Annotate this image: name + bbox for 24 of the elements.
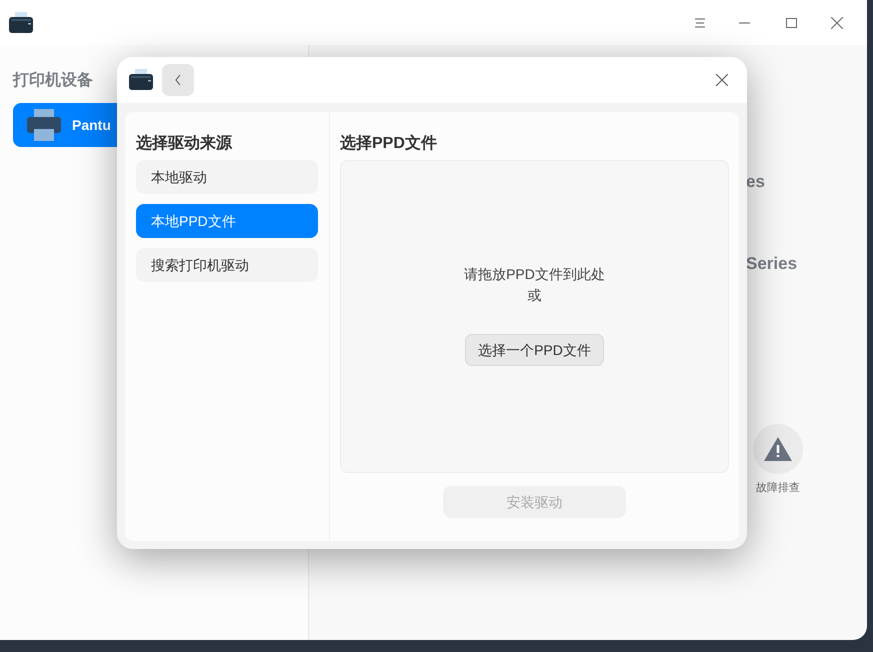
section-title: 选择驱动来源	[136, 134, 234, 154]
source-option[interactable]: 本地驱动	[136, 160, 318, 194]
warning-icon	[764, 437, 792, 461]
troubleshoot-label: 故障排查	[756, 480, 800, 496]
drop-area[interactable]: 请拖放PPD文件到此处 或 选择一个PPD文件	[340, 160, 729, 473]
back-icon	[175, 75, 181, 85]
choose-file-button[interactable]: 选择一个PPD文件	[465, 334, 604, 366]
source-option[interactable]: 本地PPD文件	[136, 204, 318, 238]
printer-icon	[26, 107, 62, 143]
drop-hint: 请拖放PPD文件到此处	[464, 265, 605, 284]
back-button[interactable]	[162, 64, 194, 96]
printer-model-text: Series	[746, 252, 798, 274]
sidebar-title: 打印机设备	[13, 70, 93, 91]
source-option[interactable]: 搜索打印机驱动	[136, 248, 318, 282]
maximize-icon	[786, 18, 796, 28]
minimize-icon	[738, 22, 750, 24]
close-icon	[831, 16, 843, 28]
or-label: 或	[528, 286, 542, 305]
menu-icon	[695, 18, 705, 28]
printer-model-text: es	[746, 171, 766, 193]
printer-name: Pantu	[72, 116, 111, 134]
section-title: 选择PPD文件	[340, 133, 438, 154]
troubleshoot-button[interactable]	[753, 424, 803, 474]
close-icon	[716, 74, 728, 86]
